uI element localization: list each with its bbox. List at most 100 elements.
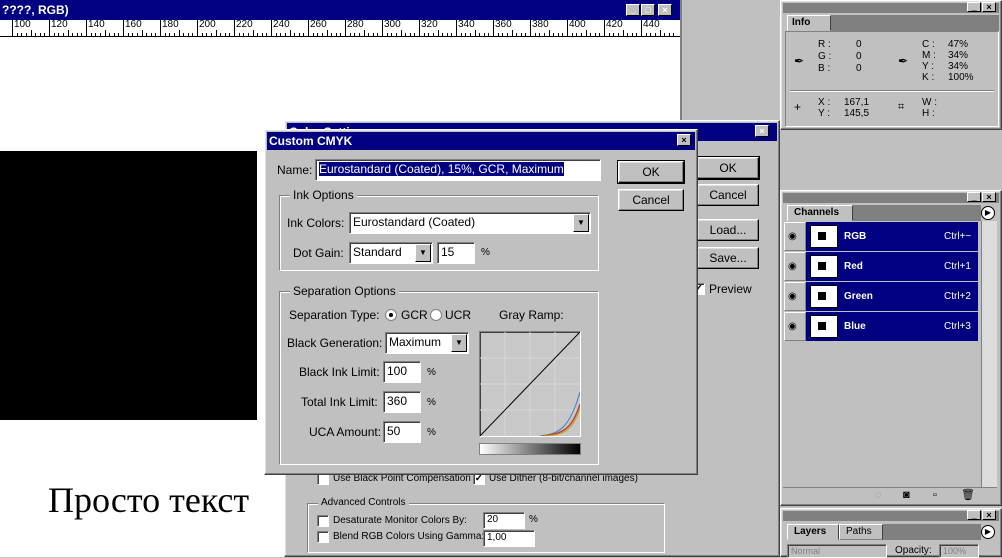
load-selection-icon[interactable]: ◌ bbox=[875, 488, 882, 502]
name-input[interactable]: Eurostandard (Coated), 15%, GCR, Maximum bbox=[315, 159, 601, 181]
opacity-input[interactable]: 100% bbox=[939, 544, 979, 558]
blend-gamma-checkbox[interactable] bbox=[317, 531, 329, 543]
y-label: Y : bbox=[922, 61, 935, 72]
desaturate-input[interactable]: 20 bbox=[483, 512, 525, 529]
uca-amount-input[interactable]: 50 bbox=[383, 421, 421, 443]
save-button[interactable]: Save... bbox=[697, 247, 759, 269]
ruler-label: 180 bbox=[162, 20, 179, 30]
ruler-major-tick bbox=[382, 20, 383, 36]
ruler-minor-tick bbox=[465, 33, 466, 36]
ruler-minor-tick bbox=[95, 33, 96, 36]
channel-visibility-toggle[interactable]: ◉ bbox=[784, 312, 806, 341]
chevron-down-icon[interactable]: ▼ bbox=[415, 244, 431, 262]
info-tab[interactable]: Info bbox=[787, 15, 831, 31]
desaturate-unit: % bbox=[529, 514, 538, 525]
ruler-minor-tick bbox=[387, 33, 388, 36]
r-label: R : bbox=[818, 39, 831, 50]
ruler-minor-tick bbox=[595, 33, 596, 36]
channel-visibility-toggle[interactable]: ◉ bbox=[784, 282, 806, 311]
dot-gain-input[interactable]: 15 bbox=[437, 242, 475, 264]
trash-icon[interactable]: 🗑 bbox=[961, 488, 975, 502]
color-settings-cancel-button[interactable]: Cancel bbox=[697, 184, 759, 206]
dot-gain-mode-select[interactable]: Standard ▼ bbox=[349, 242, 433, 264]
new-channel-icon[interactable]: ▫ bbox=[933, 488, 937, 502]
channel-visibility-toggle[interactable]: ◉ bbox=[784, 252, 806, 281]
blend-gamma-input[interactable]: 1,00 bbox=[483, 530, 535, 547]
ruler-major-tick bbox=[604, 20, 605, 36]
gcr-radio[interactable] bbox=[385, 309, 397, 321]
eyedropper-cmyk-icon: ✒ bbox=[898, 54, 909, 68]
custom-cmyk-title-bar[interactable]: Custom CMYK × bbox=[267, 132, 695, 150]
yy-value: 145,5 bbox=[844, 108, 870, 119]
ruler-minor-tick bbox=[401, 30, 402, 36]
channels-tab[interactable]: Channels bbox=[787, 205, 853, 221]
layers-close-button[interactable]: × bbox=[982, 510, 996, 520]
channels-minimize-button[interactable]: _ bbox=[967, 192, 981, 202]
ink-colors-value: Eurostandard (Coated) bbox=[353, 215, 476, 229]
channel-row[interactable]: Red Ctrl+1 bbox=[806, 252, 978, 281]
ruler-minor-tick bbox=[100, 33, 101, 36]
chevron-down-icon[interactable]: ▼ bbox=[451, 334, 467, 352]
minimize-button[interactable]: _ bbox=[626, 4, 640, 16]
close-button[interactable]: × bbox=[658, 4, 672, 16]
save-selection-icon[interactable]: ◙ bbox=[903, 488, 910, 502]
document-title-bar[interactable]: ????, RGB) _ □ × bbox=[0, 0, 680, 20]
ruler-minor-tick bbox=[613, 33, 614, 36]
cancel-button[interactable]: Cancel bbox=[618, 189, 684, 211]
ruler-minor-tick bbox=[655, 33, 656, 36]
info-close-button[interactable]: × bbox=[982, 2, 996, 12]
channel-visibility-toggle[interactable]: ◉ bbox=[784, 222, 806, 251]
ruler-minor-tick bbox=[21, 33, 22, 36]
desaturate-checkbox[interactable] bbox=[317, 515, 329, 527]
ok-button[interactable]: OK bbox=[617, 160, 685, 184]
ruler-minor-tick bbox=[216, 30, 217, 36]
custom-cmyk-close-button[interactable]: × bbox=[677, 134, 691, 146]
ruler-major-tick bbox=[271, 20, 272, 36]
layers-panel-header: _ × bbox=[783, 510, 999, 521]
crosshair-icon: + bbox=[794, 100, 802, 114]
ruler-minor-tick bbox=[553, 33, 554, 36]
ruler-minor-tick bbox=[285, 33, 286, 36]
ucr-radio[interactable] bbox=[430, 309, 442, 321]
h-label: H : bbox=[922, 108, 935, 119]
ruler-label: 260 bbox=[310, 20, 327, 30]
load-button[interactable]: Load... bbox=[697, 219, 759, 241]
ruler-major-tick bbox=[530, 20, 531, 36]
ruler-minor-tick bbox=[91, 33, 92, 36]
ruler-minor-tick bbox=[276, 33, 277, 36]
channels-menu-button[interactable]: ▶ bbox=[981, 206, 995, 220]
layers-menu-button[interactable]: ▶ bbox=[981, 525, 995, 539]
channel-shortcut: Ctrl+3 bbox=[944, 321, 971, 332]
channel-row[interactable]: RGB Ctrl+~ bbox=[806, 222, 978, 251]
total-ink-limit-input[interactable]: 360 bbox=[383, 391, 421, 413]
ruler-major-tick bbox=[123, 20, 124, 36]
m-value: 34% bbox=[948, 50, 969, 61]
ruler-minor-tick bbox=[525, 33, 526, 36]
blend-mode-select[interactable]: Normal bbox=[787, 544, 887, 558]
channel-name: Green bbox=[844, 291, 873, 302]
maximize-button[interactable]: □ bbox=[641, 4, 655, 16]
channel-row[interactable]: Blue Ctrl+3 bbox=[806, 312, 978, 341]
ruler-minor-tick bbox=[44, 33, 45, 36]
channels-scrollbar[interactable] bbox=[981, 221, 997, 487]
m-label: M : bbox=[922, 50, 936, 61]
ruler-label: 420 bbox=[606, 20, 623, 30]
chevron-down-icon[interactable]: ▼ bbox=[573, 214, 589, 232]
w-label: W : bbox=[922, 97, 937, 108]
black-generation-select[interactable]: Maximum ▼ bbox=[385, 332, 469, 354]
color-settings-close-button[interactable]: × bbox=[755, 125, 769, 137]
color-settings-ok-button[interactable]: OK bbox=[696, 156, 760, 180]
ruler-minor-tick bbox=[155, 33, 156, 36]
layers-tab[interactable]: Layers bbox=[787, 524, 839, 540]
ink-colors-select[interactable]: Eurostandard (Coated) ▼ bbox=[349, 212, 591, 234]
paths-tab[interactable]: Paths bbox=[839, 524, 883, 540]
channel-name: RGB bbox=[844, 231, 867, 242]
channel-row[interactable]: Green Ctrl+2 bbox=[806, 282, 978, 311]
ruler-minor-tick bbox=[479, 33, 480, 36]
layers-minimize-button[interactable]: _ bbox=[967, 510, 981, 520]
eye-icon: ◉ bbox=[788, 261, 797, 272]
channels-close-button[interactable]: × bbox=[982, 192, 996, 202]
info-minimize-button[interactable]: _ bbox=[967, 2, 981, 12]
info-content: ✒ R : 0 G : 0 B : 0 ✒ C : 47% M : 34% Y … bbox=[785, 31, 999, 127]
black-ink-limit-input[interactable]: 100 bbox=[383, 361, 421, 383]
